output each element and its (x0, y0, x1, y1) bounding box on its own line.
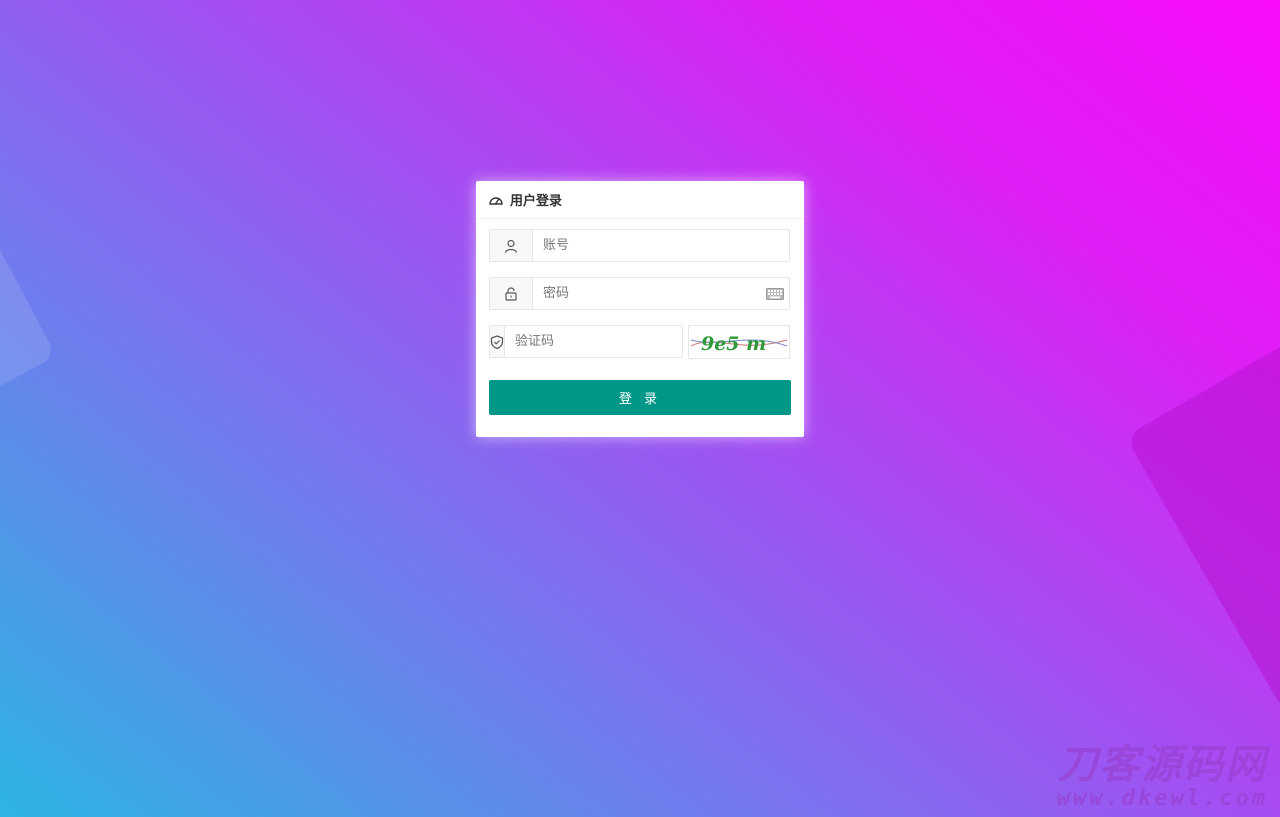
dashboard-icon (489, 196, 503, 205)
login-card: 用户登录 账号 验证码 9e5 m 登 录 (476, 181, 804, 437)
lock-icon (505, 286, 517, 301)
captcha-field (489, 325, 687, 358)
login-title: 用户登录 (510, 194, 563, 209)
captcha-text: 9e5 m (701, 333, 766, 355)
watermark-url: www.dkewl.com (1056, 786, 1268, 811)
keyboard-icon[interactable] (766, 287, 784, 300)
login-button[interactable]: 登 录 (489, 380, 791, 415)
shield-icon (490, 334, 504, 349)
captcha-prefix (490, 326, 505, 357)
captcha-input[interactable] (505, 325, 687, 358)
captcha-graphic: 9e5 m (690, 333, 788, 355)
login-card-header: 用户登录 (476, 181, 804, 219)
password-field (489, 277, 790, 310)
password-prefix (490, 278, 533, 309)
decorative-shape-left (0, 223, 57, 427)
page-background: 用户登录 账号 验证码 9e5 m 登 录 刀客源码网 www.dkewl.co… (0, 0, 1280, 817)
decorative-shape-right (1125, 286, 1280, 714)
user-icon (504, 239, 518, 253)
username-input[interactable] (533, 229, 789, 262)
password-input[interactable] (533, 277, 766, 310)
username-field (489, 229, 790, 262)
watermark: 刀客源码网 www.dkewl.com (1057, 743, 1268, 811)
watermark-brand: 刀客源码网 (1057, 742, 1268, 788)
username-prefix (490, 230, 533, 261)
captcha-image[interactable]: 9e5 m (688, 325, 790, 359)
